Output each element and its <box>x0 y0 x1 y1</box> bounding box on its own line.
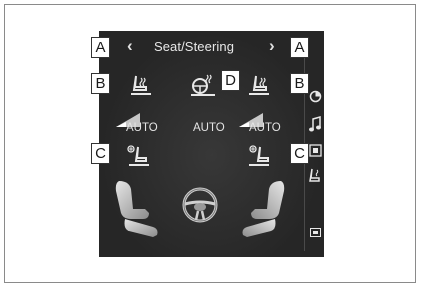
climate-icon[interactable] <box>309 90 322 103</box>
steering-heater-icon[interactable] <box>189 73 217 97</box>
music-icon[interactable] <box>309 116 322 132</box>
seat-ventilation-icon[interactable] <box>247 144 273 168</box>
passenger-seat-image <box>242 181 285 237</box>
screen-title: Seat/Steering <box>153 39 235 54</box>
next-screen-button[interactable]: › <box>269 36 275 56</box>
screen-icon[interactable] <box>310 228 321 237</box>
callout-b-right: B <box>290 73 309 94</box>
callout-b-left: B <box>91 73 110 94</box>
callout-a-right: A <box>290 37 309 58</box>
seat-heater-icon[interactable] <box>247 73 273 97</box>
driver-seat-image <box>115 181 158 237</box>
seat-heater-icon[interactable] <box>127 73 153 97</box>
callout-d: D <box>221 70 240 91</box>
steering-wheel-image <box>182 187 218 223</box>
callout-c-right: C <box>290 143 309 164</box>
passenger-auto-label: AUTO <box>249 122 281 134</box>
driver-auto-label: AUTO <box>126 122 158 134</box>
callout-c-left: C <box>91 143 110 164</box>
center-auto-button[interactable]: AUTO <box>193 122 225 134</box>
seat-icon[interactable] <box>307 168 323 185</box>
phone-icon[interactable] <box>309 144 322 157</box>
callout-a-left: A <box>91 37 110 58</box>
seat-ventilation-icon[interactable] <box>125 144 151 168</box>
prev-screen-button[interactable]: ‹ <box>127 36 133 56</box>
